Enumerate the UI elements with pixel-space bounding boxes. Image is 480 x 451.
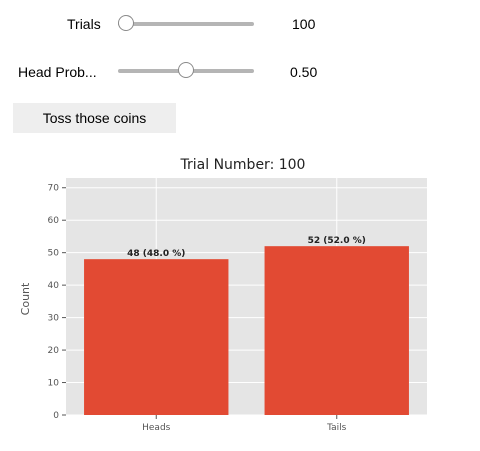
y-tick-label: 40 <box>48 281 60 291</box>
y-tick-label: 60 <box>48 216 60 226</box>
chart-title: Trial Number: 100 <box>180 157 306 173</box>
bar-tails <box>264 246 409 415</box>
y-tick-label: 70 <box>48 184 60 194</box>
y-tick-label: 0 <box>53 411 59 421</box>
trials-label: Trials <box>67 16 101 32</box>
trials-value: 100 <box>292 16 316 32</box>
trials-slider-thumb[interactable] <box>118 15 134 31</box>
y-tick-label: 20 <box>48 346 60 356</box>
x-axis: Heads Tails <box>142 415 347 433</box>
head-prob-slider[interactable] <box>118 61 254 81</box>
y-tick-label: 30 <box>48 314 60 324</box>
coin-toss-bar-chart: 48 (48.0 %) 52 (52.0 %) 0 10 20 30 40 50 60 70 H… <box>19 157 427 433</box>
y-tick-label: 50 <box>48 249 60 259</box>
trials-slider-track[interactable] <box>118 22 254 26</box>
y-tick-label: 10 <box>48 379 60 389</box>
toss-coins-button[interactable]: Toss those coins <box>13 103 176 133</box>
x-tick-label: Heads <box>142 423 171 433</box>
x-tick-label: Tails <box>326 423 347 433</box>
head-prob-label: Head Prob... <box>18 64 97 80</box>
bar-value-label: 48 (48.0 %) <box>127 249 185 259</box>
bar-heads <box>84 259 229 415</box>
y-axis-title: Count <box>19 282 32 315</box>
y-axis: 0 10 20 30 40 50 60 70 <box>48 184 66 421</box>
head-prob-value: 0.50 <box>290 64 318 80</box>
head-prob-slider-thumb[interactable] <box>178 62 194 78</box>
trials-slider[interactable] <box>118 14 254 34</box>
bar-value-label: 52 (52.0 %) <box>308 236 366 246</box>
